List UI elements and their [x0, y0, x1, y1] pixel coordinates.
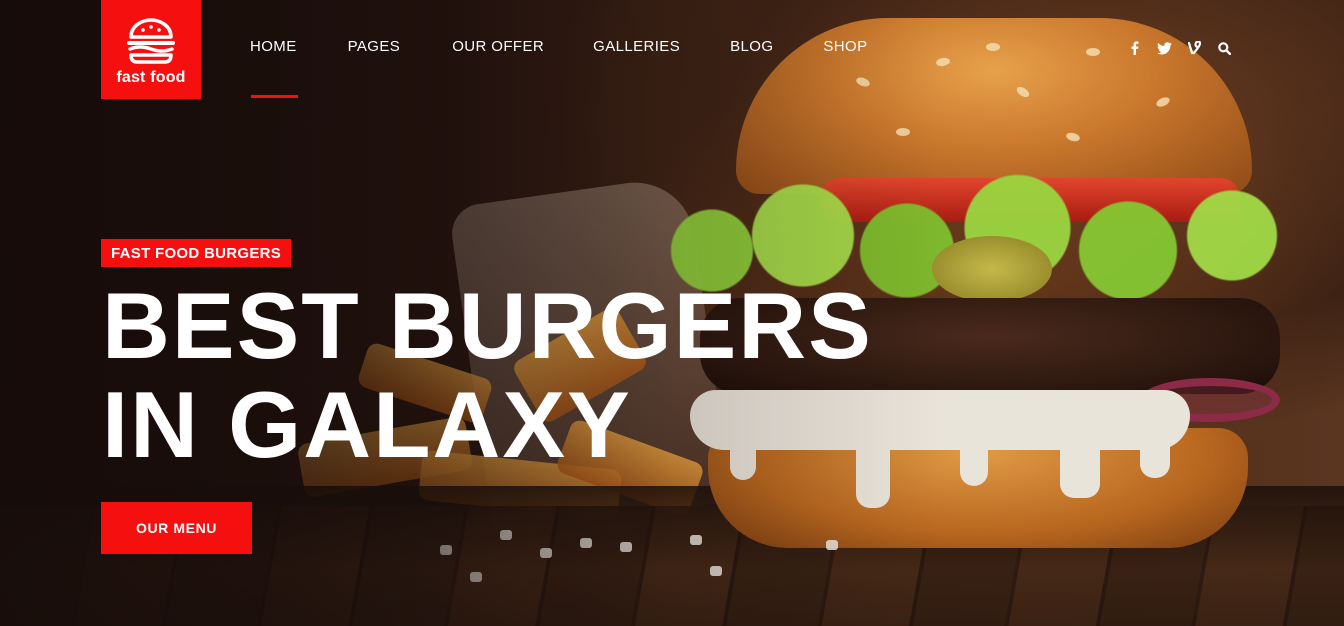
nav-item-blog[interactable]: BLOG [730, 38, 773, 55]
social-links [1126, 40, 1232, 56]
facebook-icon[interactable] [1126, 40, 1142, 56]
nav-item-our-offer[interactable]: OUR OFFER [452, 38, 544, 55]
twitter-icon[interactable] [1156, 40, 1172, 56]
main-nav: HOME PAGES OUR OFFER GALLERIES BLOG SHOP [250, 38, 868, 98]
headline-line-2: IN GALAXY [102, 372, 632, 477]
hero-headline: BEST BURGERS IN GALAXY [102, 276, 873, 474]
headline-line-1: BEST BURGERS [102, 273, 873, 378]
nav-item-home[interactable]: HOME [250, 38, 298, 98]
nav-item-pages[interactable]: PAGES [348, 38, 401, 55]
nav-item-galleries[interactable]: GALLERIES [593, 38, 680, 55]
hero-tag: FAST FOOD BURGERS [101, 239, 292, 267]
site-logo[interactable]: fast food [101, 0, 201, 99]
burger-logo-icon [127, 17, 175, 64]
our-menu-button[interactable]: OUR MENU [101, 502, 252, 554]
search-icon[interactable] [1216, 40, 1232, 56]
vine-icon[interactable] [1186, 40, 1202, 56]
logo-text: fast food [116, 68, 186, 86]
nav-item-shop[interactable]: SHOP [823, 38, 867, 55]
